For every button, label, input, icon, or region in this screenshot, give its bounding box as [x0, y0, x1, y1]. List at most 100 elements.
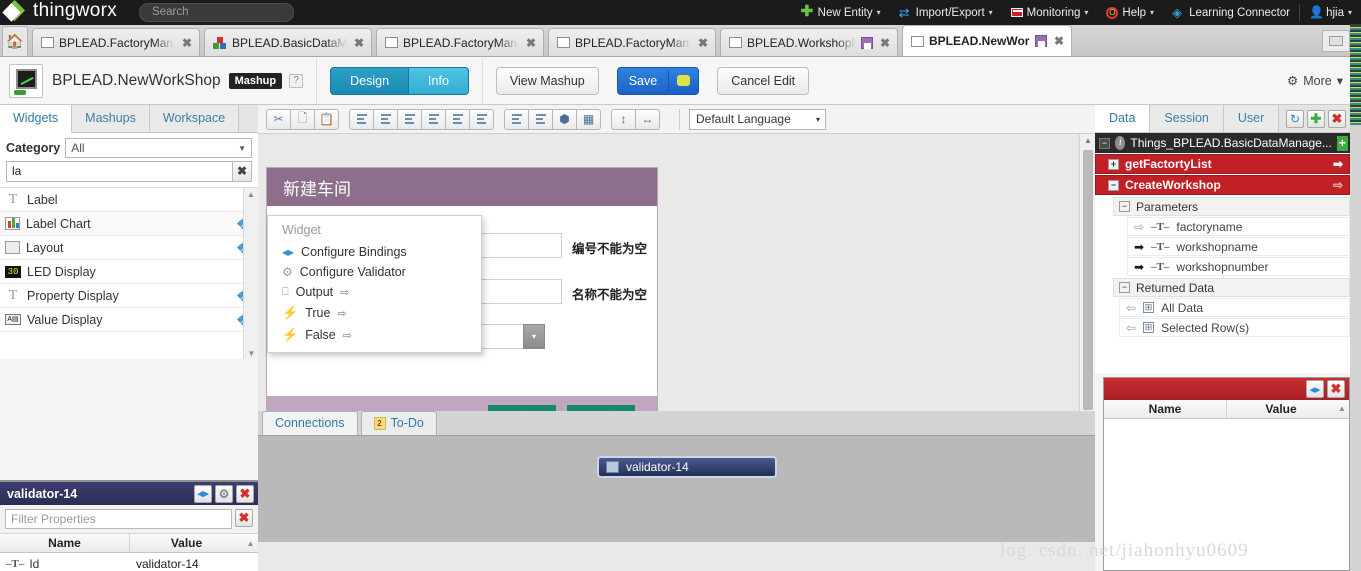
scroll-down-icon[interactable]: ▼	[244, 349, 258, 358]
list-item[interactable]: T Label	[0, 188, 258, 212]
global-search-input[interactable]: Search	[139, 3, 295, 22]
parameter-workshopnumber[interactable]: ➡ –T– workshopnumber	[1127, 257, 1350, 276]
expand-icon[interactable]: +	[1108, 158, 1119, 170]
help-question-icon[interactable]: ?	[289, 73, 304, 88]
add-data-button[interactable]: ✚	[1307, 109, 1325, 128]
cut-button[interactable]: ✂	[266, 108, 291, 130]
todo-canvas[interactable]: validator-14	[258, 436, 1095, 541]
distribute-horizontal-button[interactable]	[504, 108, 529, 130]
home-button[interactable]: 🏠	[2, 26, 28, 56]
parameter-workshopname[interactable]: ➡ –T– workshopname	[1127, 237, 1350, 256]
close-icon[interactable]: ✖	[880, 36, 890, 50]
widget-list[interactable]: T Label Label Chart Layout 30 LED Displa…	[0, 187, 258, 359]
collapse-icon[interactable]: −	[1119, 201, 1130, 212]
more-menu[interactable]: ⚙ More ▾	[1287, 73, 1343, 89]
grid-button[interactable]: ▦	[576, 108, 601, 130]
nav-monitoring[interactable]: Monitoring ▾	[1002, 0, 1098, 25]
nav-new-entity[interactable]: ✚ New Entity ▾	[792, 0, 890, 25]
parameter-factoryname[interactable]: ⇨ –T– factoryname	[1127, 217, 1350, 236]
widget-context-menu[interactable]: Widget ◂▸ Configure Bindings ⚙ Configure…	[267, 215, 482, 353]
collapse-icon[interactable]: −	[1119, 282, 1130, 293]
tab-session[interactable]: Session	[1150, 105, 1224, 132]
menu-item-configure-bindings[interactable]: ◂▸ Configure Bindings	[268, 242, 481, 262]
entity-tab-3[interactable]: BPLEAD.FactoryManagement ✖	[548, 28, 716, 56]
close-icon[interactable]: ✖	[182, 36, 192, 50]
scroll-up-icon[interactable]: ▲	[244, 190, 258, 199]
nav-learning-connector[interactable]: ◈ Learning Connector	[1163, 0, 1299, 25]
list-item[interactable]: 30 LED Display	[0, 260, 258, 284]
filter-properties-input[interactable]: Filter Properties	[5, 509, 232, 529]
entity-tab-5[interactable]: BPLEAD.NewWorkShop ✖	[902, 25, 1072, 56]
tab-data[interactable]: Data	[1095, 105, 1151, 132]
thingworx-logo[interactable]: thingworx	[4, 0, 117, 24]
menu-item-true[interactable]: ⚡ True ⇨	[268, 302, 481, 324]
tab-workspace[interactable]: Workspace	[149, 105, 240, 132]
horizontal-spacing-button[interactable]: ↔	[635, 108, 660, 130]
close-icon[interactable]: ✖	[698, 36, 708, 50]
tab-info[interactable]: Info	[409, 66, 469, 95]
entity-tab-2[interactable]: BPLEAD.FactoryManagement ✖	[376, 28, 544, 56]
list-item[interactable]: Layout	[0, 236, 258, 260]
nav-help[interactable]: O Help ▾	[1097, 0, 1163, 25]
scroll-up-icon[interactable]: ▲	[1080, 136, 1095, 145]
menu-item-false[interactable]: ⚡ False ⇨	[268, 324, 481, 346]
tab-todo[interactable]: 2 To-Do	[360, 411, 437, 435]
menu-item-output[interactable]: ⎕ Output ⇨	[268, 282, 481, 302]
align-bottom-button[interactable]	[469, 108, 494, 130]
service-node-getfactortylist[interactable]: + getFactortyList ➡	[1095, 154, 1350, 174]
tab-user[interactable]: User	[1223, 105, 1280, 132]
widget-filter-input[interactable]: la	[6, 161, 233, 182]
canvas-scrollbar[interactable]: ▲ ▼	[1079, 134, 1095, 440]
view-mashup-button[interactable]: View Mashup	[495, 66, 599, 95]
list-item[interactable]: A▤ Value Display	[0, 308, 258, 332]
distribute-vertical-button[interactable]	[528, 108, 553, 130]
align-middle-button[interactable]	[445, 108, 470, 130]
add-service-icon[interactable]: +	[1336, 135, 1348, 151]
close-icon[interactable]: ✖	[526, 36, 536, 50]
returned-data-group[interactable]: − Returned Data	[1113, 278, 1350, 297]
align-left-button[interactable]	[349, 108, 374, 130]
returned-selected-rows[interactable]: ⇦ ⊞ Selected Row(s)	[1119, 318, 1350, 337]
table-row[interactable]: –T– Id validator-14	[0, 553, 258, 571]
tab-widgets[interactable]: Widgets	[0, 105, 73, 133]
settings-button[interactable]: ⚙	[215, 484, 233, 503]
clear-filter-button[interactable]: ✖	[233, 161, 252, 182]
vertical-spacing-button[interactable]: ↕	[611, 108, 636, 130]
save-comment-icon[interactable]	[668, 70, 699, 91]
delete-data-button[interactable]: ✖	[1328, 109, 1346, 128]
service-node-createworkshop[interactable]: − CreateWorkshop ⇨	[1095, 175, 1350, 195]
nav-import-export[interactable]: ⇄ Import/Export ▾	[890, 0, 1002, 25]
entity-tab-0[interactable]: BPLEAD.FactoryManagement ✖	[32, 28, 200, 56]
cancel-edit-button[interactable]: Cancel Edit	[717, 66, 810, 95]
list-item[interactable]: Label Chart	[0, 212, 258, 236]
close-icon[interactable]: ✖	[354, 36, 364, 50]
nav-user-menu[interactable]: 👤 hjia ▾	[1300, 0, 1361, 25]
tab-design[interactable]: Design	[330, 66, 410, 95]
align-right-button[interactable]	[397, 108, 422, 130]
align-center-button[interactable]	[373, 108, 398, 130]
tab-connections[interactable]: Connections	[262, 411, 358, 435]
widget-list-scrollbar[interactable]: ▲ ▼	[243, 188, 258, 359]
close-panel-button[interactable]: ✖	[1327, 380, 1345, 398]
category-select[interactable]: All ▼	[65, 138, 252, 158]
parameters-group[interactable]: − Parameters	[1113, 197, 1350, 216]
scroll-up-icon[interactable]: ▲	[1335, 400, 1349, 418]
list-item[interactable]: T Property Display	[0, 284, 258, 308]
entity-tab-4[interactable]: BPLEAD.WorkshopManagement ✖	[720, 28, 898, 56]
mashup-canvas[interactable]: 新建车间 W a 编号不能为空 名称不能为空 所属分厂 ： Selected ▾	[258, 134, 1095, 440]
close-icon[interactable]: ✖	[1054, 34, 1064, 48]
tree-root-node[interactable]: − i Things_BPLEAD.BasicDataManage... +	[1095, 133, 1350, 153]
validator-chip[interactable]: validator-14	[597, 456, 777, 478]
clear-properties-filter[interactable]: ✖	[235, 509, 253, 527]
language-select[interactable]: Default Language ▾	[689, 108, 826, 130]
execute-arrow-icon[interactable]: ➡	[1333, 157, 1343, 171]
bindings-button[interactable]: ◂▸	[194, 484, 212, 503]
tab-overflow-button[interactable]	[1322, 30, 1350, 52]
copy-button[interactable]: 🗋	[290, 108, 315, 130]
properties-scroll-up-icon[interactable]: ▲	[243, 534, 258, 552]
data-tree[interactable]: − i Things_BPLEAD.BasicDataManage... + +…	[1095, 133, 1350, 373]
tab-mashups[interactable]: Mashups	[72, 105, 150, 132]
collapse-icon[interactable]: −	[1108, 179, 1119, 191]
execute-arrow-icon[interactable]: ⇨	[1333, 178, 1343, 192]
menu-item-configure-validator[interactable]: ⚙ Configure Validator	[268, 262, 481, 282]
